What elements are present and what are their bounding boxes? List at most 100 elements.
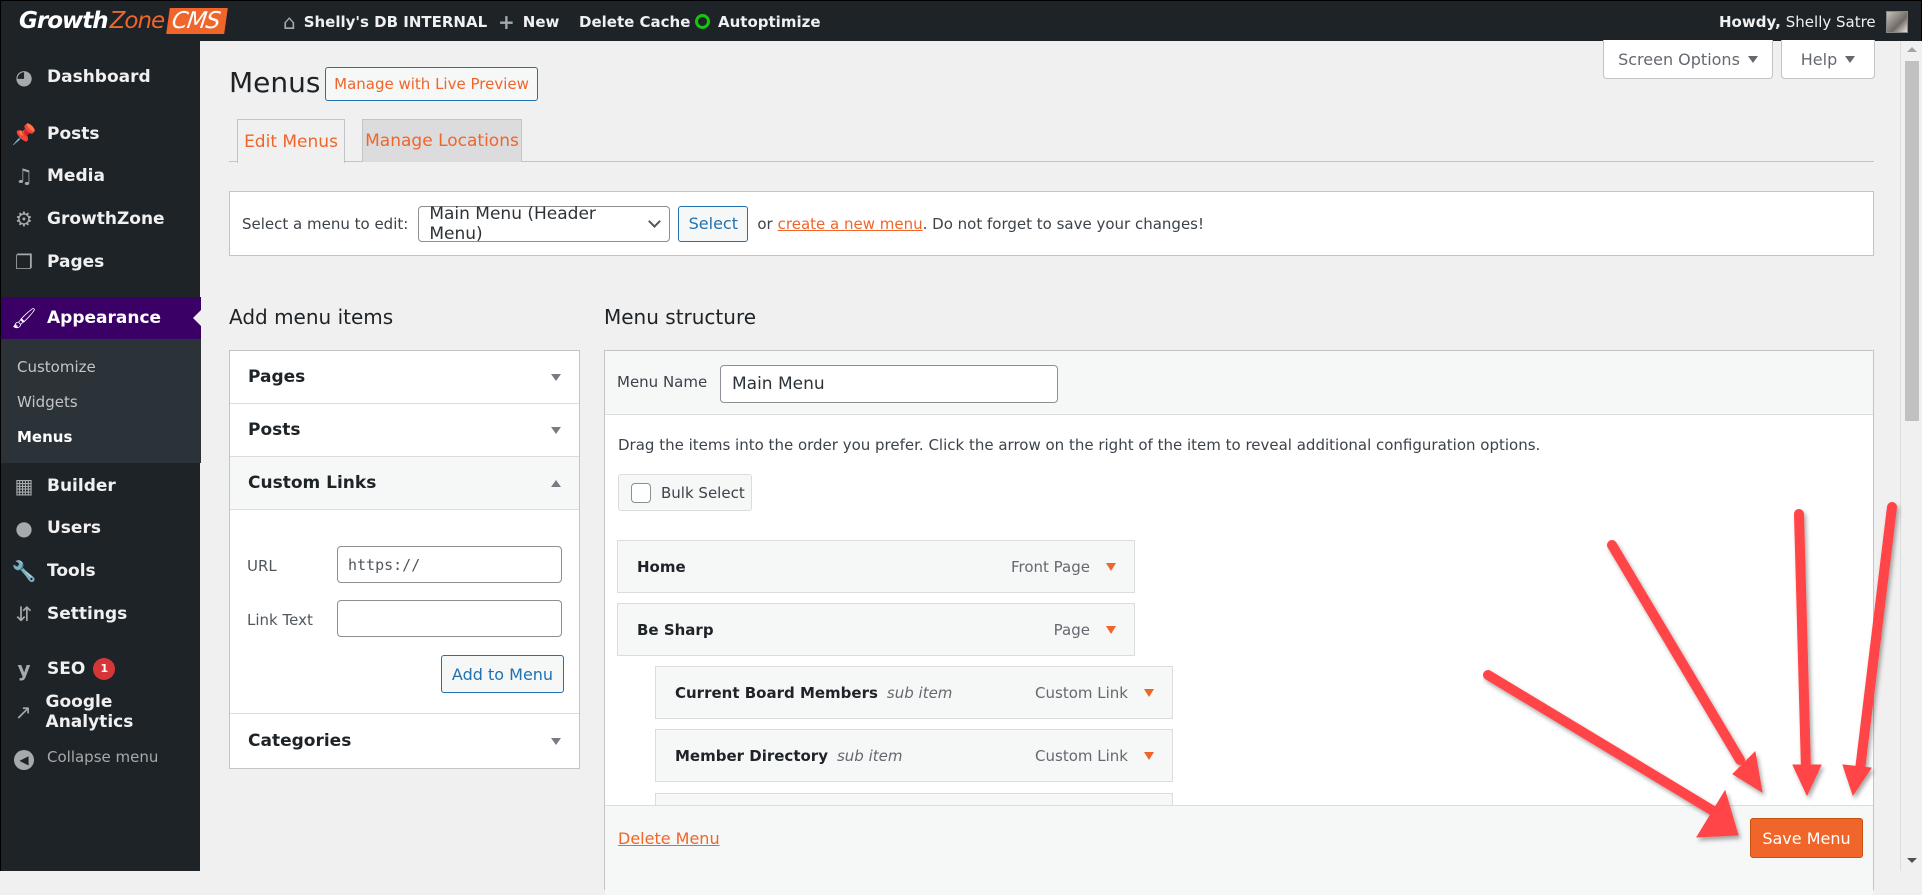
- sidebar-item-pages[interactable]: ❐ Pages: [1, 244, 201, 280]
- sidebar-item-posts[interactable]: 📌 Posts: [1, 116, 201, 152]
- sidebar-item-settings[interactable]: ⇵ Settings: [1, 596, 201, 632]
- menu-item-title: Be Sharp: [637, 620, 714, 639]
- expand-arrow-icon[interactable]: [1144, 688, 1154, 697]
- user-name: Shelly Satre: [1785, 12, 1876, 31]
- sidebar-item-google-analytics[interactable]: ↗ Google Analytics: [1, 692, 201, 732]
- caret-down-icon: [551, 737, 561, 745]
- sidebar-item-label: Media: [47, 166, 105, 186]
- screen-options-button[interactable]: Screen Options: [1603, 40, 1773, 79]
- url-input[interactable]: https://: [337, 546, 562, 583]
- scroll-up-arrow-icon[interactable]: [1907, 47, 1917, 52]
- menu-item-type: Custom Link: [1035, 746, 1128, 765]
- sidebar-item-appearance[interactable]: 🖌 Appearance: [1, 297, 201, 339]
- sidebar-item-tools[interactable]: 🔧 Tools: [1, 553, 201, 589]
- admin-sidebar: ◕ Dashboard 📌 Posts ♫ Media ⚙ GrowthZone…: [0, 41, 201, 871]
- sidebar-item-builder[interactable]: ▦ Builder: [1, 468, 201, 504]
- appearance-submenu: Customize Widgets Menus: [1, 339, 201, 463]
- sidebar-item-users[interactable]: ● Users: [1, 510, 201, 546]
- collapse-icon: ◀: [1, 745, 47, 770]
- menu-item-member-directory[interactable]: Member Directory sub item Custom Link: [655, 729, 1173, 782]
- save-menu-button[interactable]: Save Menu: [1750, 818, 1863, 858]
- sidebar-item-label: Dashboard: [47, 67, 151, 87]
- submenu-item-menus[interactable]: Menus: [17, 428, 72, 446]
- sidebar-item-media[interactable]: ♫ Media: [1, 158, 201, 194]
- tab-edit-menus[interactable]: Edit Menus: [237, 119, 345, 163]
- avatar: [1885, 10, 1908, 33]
- tab-manage-locations[interactable]: Manage Locations: [362, 119, 522, 162]
- logo-zone: Zone: [109, 8, 166, 34]
- caret-up-icon: [551, 479, 561, 487]
- sidebar-item-label: Users: [47, 518, 101, 538]
- menu-select-dropdown[interactable]: Main Menu (Header Menu): [418, 203, 671, 244]
- menu-structure-panel: Menu Name Main Menu Drag the items into …: [604, 350, 1874, 895]
- screen-options-label: Screen Options: [1618, 49, 1740, 69]
- accordion-title: Categories: [248, 731, 352, 751]
- logo-growth: Growth: [19, 8, 109, 34]
- menu-item-type: Page: [1053, 620, 1090, 639]
- link-text-label: Link Text: [247, 611, 313, 629]
- accordion-custom-links[interactable]: Custom Links: [230, 457, 579, 510]
- manage-live-preview-button[interactable]: Manage with Live Preview: [325, 67, 538, 101]
- caret-down-icon: [551, 373, 561, 381]
- delete-cache-link[interactable]: Delete Cache: [579, 1, 690, 42]
- menu-name-input[interactable]: Main Menu: [720, 365, 1058, 403]
- new-content-link[interactable]: + New: [498, 1, 559, 42]
- bulk-select-checkbox[interactable]: [631, 482, 651, 503]
- logo-cms: CMS: [166, 8, 228, 34]
- selected-menu-value: Main Menu (Header Menu): [429, 203, 596, 244]
- dashboard-icon: ◕: [15, 65, 33, 89]
- menu-structure-heading: Menu structure: [604, 305, 757, 329]
- menu-item-title: Current Board Members: [675, 683, 878, 702]
- submenu-item-widgets[interactable]: Widgets: [17, 393, 78, 411]
- caret-down-icon: [1747, 55, 1758, 63]
- menu-item-home[interactable]: Home Front Page: [617, 540, 1135, 593]
- pin-icon: 📌: [11, 122, 37, 146]
- yoast-icon: y: [17, 657, 31, 681]
- accordion-title: Custom Links: [248, 473, 377, 493]
- accordion-posts[interactable]: Posts: [230, 404, 579, 457]
- menu-select-bar: Select a menu to edit: Main Menu (Header…: [229, 191, 1874, 256]
- scrollbar-thumb[interactable]: [1905, 61, 1919, 421]
- growthzone-cms-logo[interactable]: Growth Zone CMS: [19, 7, 228, 35]
- nav-tabs: Edit Menus Manage Locations: [229, 119, 1874, 163]
- page-scrollbar[interactable]: [1900, 41, 1922, 871]
- submenu-item-customize[interactable]: Customize: [17, 358, 96, 376]
- expand-arrow-icon[interactable]: [1106, 625, 1116, 634]
- drag-instructions: Drag the items into the order you prefer…: [618, 436, 1541, 454]
- create-new-menu-link[interactable]: create a new menu: [778, 215, 923, 233]
- accordion-title: Posts: [248, 420, 301, 440]
- expand-arrow-icon[interactable]: [1106, 562, 1116, 571]
- sidebar-item-label: SEO: [47, 659, 86, 679]
- sidebar-item-seo[interactable]: y SEO 1: [1, 651, 201, 687]
- autoptimize-link[interactable]: Autoptimize: [695, 1, 821, 42]
- sidebar-item-label: Tools: [47, 561, 96, 581]
- select-menu-button[interactable]: Select: [678, 205, 749, 242]
- delete-menu-link[interactable]: Delete Menu: [618, 829, 720, 848]
- link-text-input[interactable]: [337, 600, 562, 637]
- add-menu-items-heading: Add menu items: [229, 305, 394, 329]
- autoptimize-label: Autoptimize: [718, 12, 821, 31]
- scroll-down-arrow-icon[interactable]: [1907, 858, 1917, 863]
- user-account-menu[interactable]: Howdy, Shelly Satre: [1719, 1, 1908, 42]
- notification-badge: 1: [93, 658, 116, 680]
- help-button[interactable]: Help: [1781, 40, 1875, 79]
- menu-footer-bar: Delete Menu Save Menu: [605, 805, 1873, 895]
- collapse-menu-button[interactable]: ◀ Collapse menu: [1, 739, 201, 775]
- site-name-link[interactable]: ⌂ Shelly's DB INTERNAL: [283, 1, 487, 42]
- accordion-categories[interactable]: Categories: [230, 713, 579, 768]
- or-text: or: [757, 214, 773, 233]
- menu-item-type: Front Page: [1010, 557, 1090, 576]
- sidebar-item-growthzone[interactable]: ⚙ GrowthZone: [1, 201, 201, 237]
- expand-arrow-icon[interactable]: [1144, 751, 1154, 760]
- menu-name-row: Menu Name Main Menu: [605, 351, 1873, 415]
- menu-item-be-sharp[interactable]: Be Sharp Page: [617, 603, 1135, 656]
- sidebar-item-dashboard[interactable]: ◕ Dashboard: [1, 59, 201, 95]
- accordion-pages[interactable]: Pages: [230, 351, 579, 404]
- bulk-select-button[interactable]: Bulk Select: [618, 474, 752, 511]
- gear-icon: ⚙: [15, 207, 33, 231]
- add-to-menu-button[interactable]: Add to Menu: [441, 655, 564, 693]
- sidebar-item-label: Posts: [47, 124, 100, 144]
- site-name-label: Shelly's DB INTERNAL: [303, 12, 488, 31]
- analytics-icon: ↗: [14, 700, 32, 724]
- menu-item-current-board-members[interactable]: Current Board Members sub item Custom Li…: [655, 666, 1173, 719]
